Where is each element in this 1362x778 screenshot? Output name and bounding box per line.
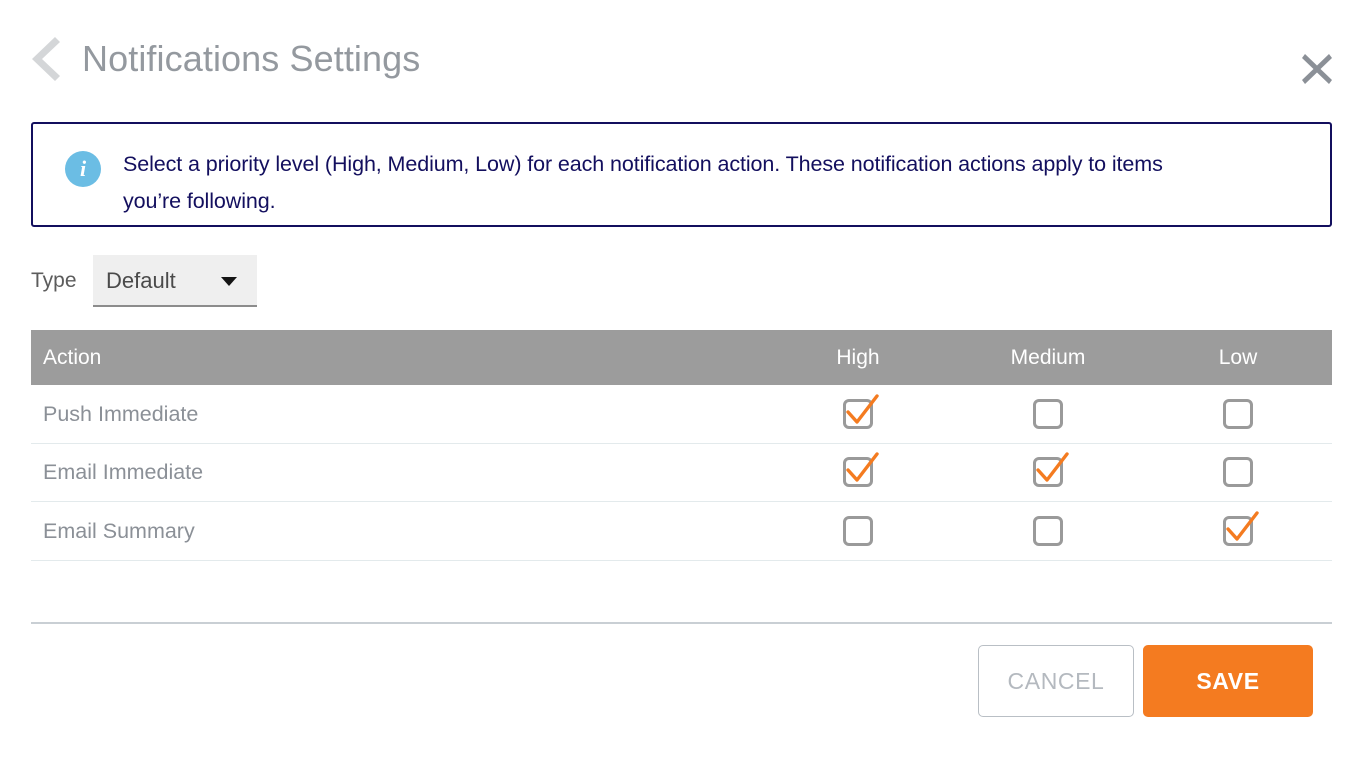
cell-medium [953,515,1143,546]
check-icon [1226,511,1259,541]
column-header-medium: Medium [1010,345,1086,369]
chevron-left-icon[interactable] [30,36,72,82]
chevron-down-icon [221,277,237,286]
table-header-row: Action High Medium Low [31,330,1332,385]
checkbox-medium[interactable] [1033,515,1063,546]
cell-high [763,515,953,546]
cell-low [1143,398,1333,429]
dialog-header: Notifications Settings [0,0,1362,114]
row-label: Email Summary [43,518,195,543]
check-icon [846,394,879,424]
dialog-footer: CANCEL SAVE [31,645,1332,720]
notifications-settings-dialog: Notifications Settings i Select a priori… [0,0,1362,778]
column-header-low: Low [1218,345,1258,369]
column-header-high: High [836,345,880,369]
table-row: Email Immediate [31,444,1333,502]
checkbox-box [1223,398,1253,429]
checkbox-high[interactable] [843,515,873,546]
info-banner: i Select a priority level (High, Medium,… [31,122,1332,227]
type-select[interactable]: Default [93,255,257,307]
check-icon [1036,452,1069,482]
checkbox-box [843,515,873,546]
footer-divider [31,622,1332,624]
cell-low [1143,457,1333,488]
checkbox-high[interactable] [843,394,879,429]
checkbox-high[interactable] [843,452,879,488]
cell-high [763,452,953,488]
checkbox-box [1223,457,1253,488]
table-body: Push Immediate Email Immediate Email Sum… [31,385,1332,561]
info-banner-text: Select a priority level (High, Medium, L… [123,152,1163,213]
table-row: Email Summary [31,502,1332,561]
table-row: Push Immediate [31,385,1332,444]
cell-medium [953,398,1143,429]
row-label: Push Immediate [43,401,199,426]
row-label: Email Immediate [43,460,204,485]
info-icon: i [65,151,101,187]
cell-high [763,394,953,429]
checkbox-low[interactable] [1223,511,1259,546]
checkbox-box [1033,515,1063,546]
save-button[interactable]: SAVE [1143,645,1313,717]
cancel-button[interactable]: CANCEL [978,645,1134,717]
close-icon[interactable] [1298,50,1336,88]
check-icon [846,452,879,482]
checkbox-box [1033,398,1063,429]
column-header-action: Action [43,345,102,369]
page-title: Notifications Settings [82,38,421,79]
checkbox-low[interactable] [1223,457,1253,488]
checkbox-low[interactable] [1223,398,1253,429]
cell-medium [953,452,1143,488]
checkbox-medium[interactable] [1033,398,1063,429]
checkbox-medium[interactable] [1033,452,1069,488]
type-select-value: Default [106,268,176,293]
notifications-table: Action High Medium Low Push Immediate Em… [31,330,1332,561]
cell-low [1143,511,1333,546]
type-label: Type [31,269,77,292]
